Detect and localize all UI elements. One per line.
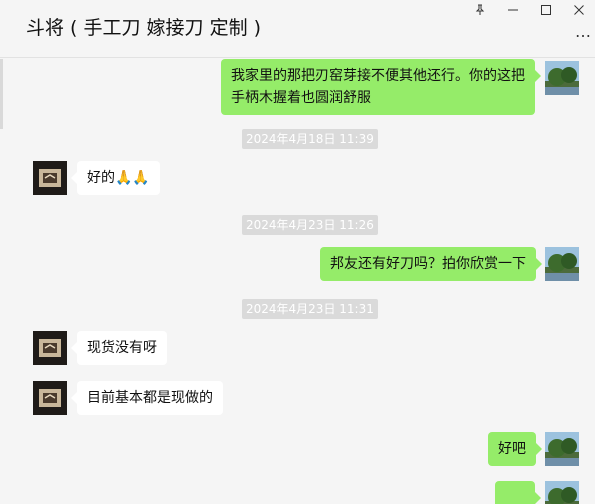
avatar-self[interactable] (545, 61, 579, 95)
message-list[interactable]: 我家里的那把刃窑芽接不便其他还行。你的这把 手柄木握着也圆润舒服 2024年4月… (0, 59, 595, 504)
message-bubble-self[interactable]: 邦友还有好刀吗？拍你欣赏一下 (320, 247, 542, 281)
avatar-self[interactable] (545, 481, 579, 504)
avatar-other[interactable] (33, 331, 67, 365)
avatar-self[interactable] (545, 432, 579, 466)
maximize-icon[interactable] (529, 0, 562, 20)
chat-title: 斗将 ( 手工刀 嫁接刀 定制 ) (26, 17, 262, 39)
title-bar: 斗将 ( 手工刀 嫁接刀 定制 ) … (0, 0, 595, 58)
message-bubble-self[interactable]: 好吧 (488, 432, 542, 466)
more-icon[interactable]: … (575, 22, 593, 42)
timestamp: 2024年4月23日 11:31 (242, 299, 378, 319)
pin-icon[interactable] (463, 0, 496, 20)
timestamp: 2024年4月23日 11:26 (242, 215, 378, 235)
close-icon[interactable] (562, 0, 595, 20)
message-text: 邦友还有好刀吗？拍你欣赏一下 (330, 256, 526, 272)
avatar-other[interactable] (33, 161, 67, 195)
window-controls (463, 0, 595, 20)
message-text: 好吧 (498, 441, 526, 457)
scrollbar[interactable] (0, 59, 3, 129)
minimize-icon[interactable] (496, 0, 529, 20)
avatar-self[interactable] (545, 247, 579, 281)
pray-emoji-icon: 🙏🙏 (115, 170, 150, 186)
message-text-line: 手柄木握着也圆润舒服 (231, 90, 371, 106)
message-text: 好的 (87, 170, 115, 186)
message-bubble-self-partial[interactable] (495, 481, 541, 504)
timestamp: 2024年4月18日 11:39 (242, 129, 378, 149)
message-bubble-self[interactable]: 我家里的那把刃窑芽接不便其他还行。你的这把 手柄木握着也圆润舒服 (221, 59, 541, 115)
message-bubble-other[interactable]: 现货没有呀 (71, 331, 167, 365)
message-text-line: 我家里的那把刃窑芽接不便其他还行。你的这把 (231, 68, 525, 84)
message-text: 现货没有呀 (87, 340, 157, 356)
avatar-other[interactable] (33, 381, 67, 415)
message-bubble-other[interactable]: 目前基本都是现做的 (71, 381, 223, 415)
message-text: 目前基本都是现做的 (87, 390, 213, 406)
message-bubble-other[interactable]: 好的🙏🙏 (71, 161, 160, 195)
